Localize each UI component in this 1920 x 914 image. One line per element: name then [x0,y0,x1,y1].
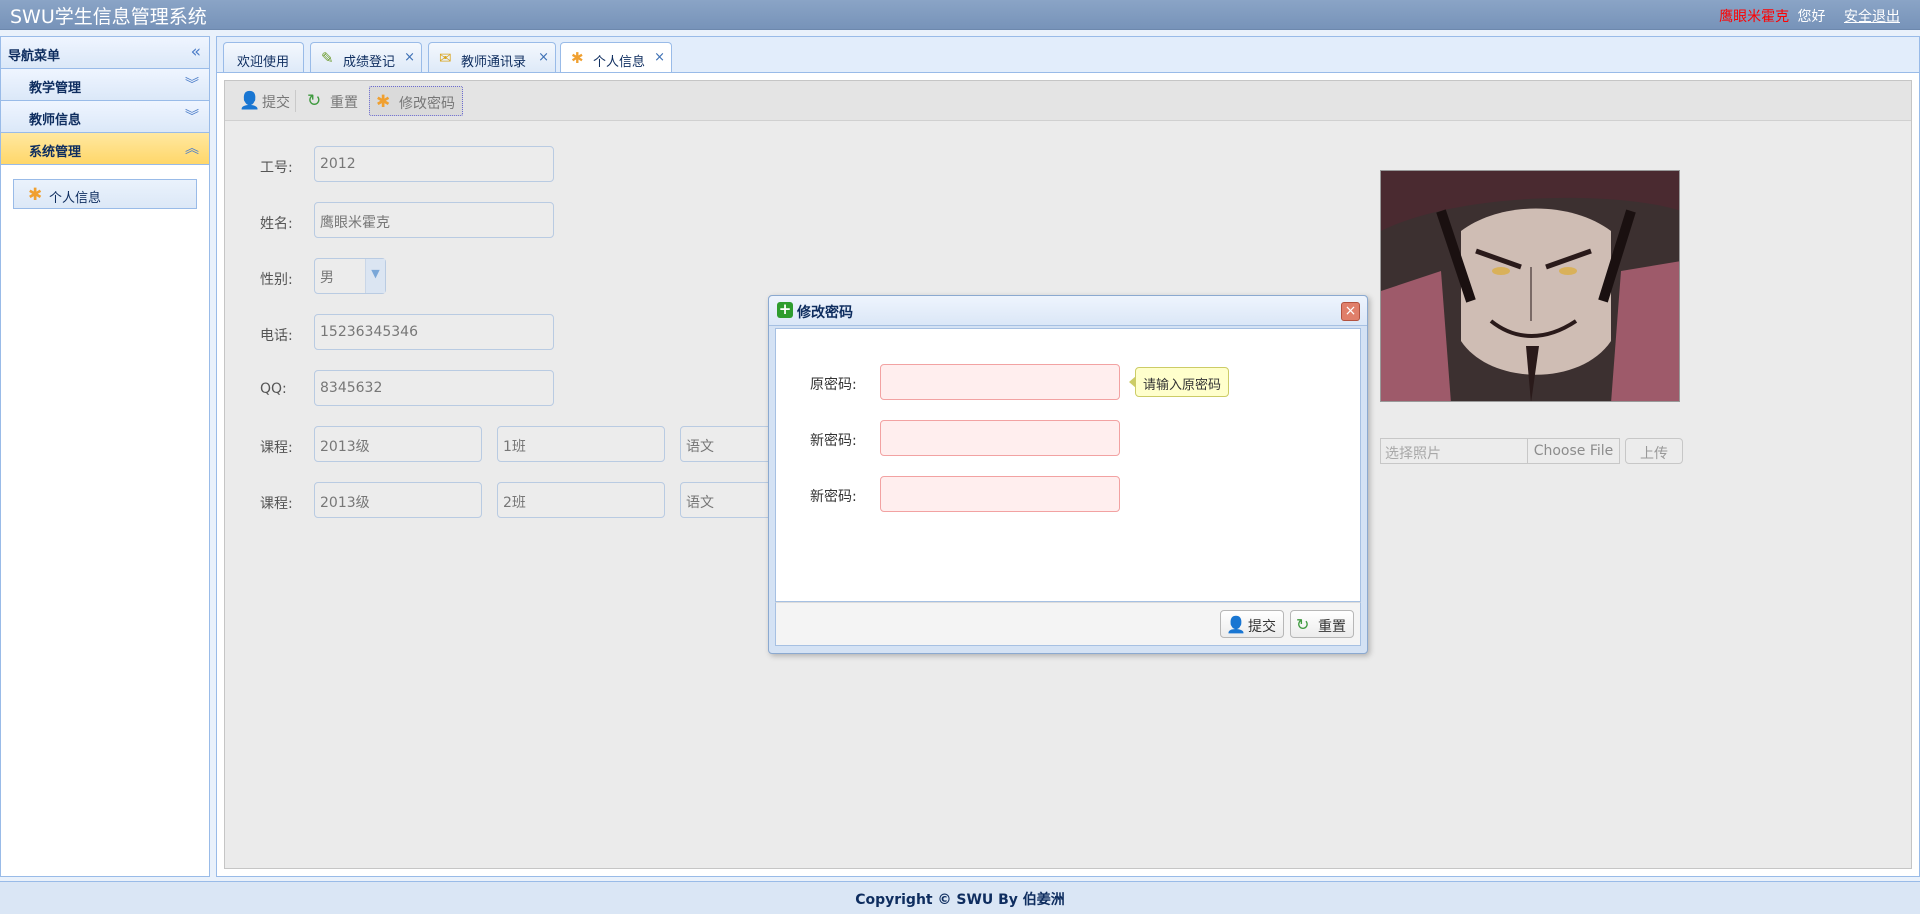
pencil-icon: ✎ [321,49,334,67]
sidebar-item-label: 个人信息 [49,191,102,206]
user-area: 鹰眼米霍克 您好 安全退出 [1719,6,1900,26]
refresh-icon: ↻ [307,91,322,111]
change-password-label: 修改密码 [399,96,455,112]
dialog-header: + 修改密码 × [769,296,1367,326]
collapse-sidebar-icon[interactable]: « [191,42,201,62]
tab-label: 成绩登记 [343,55,396,70]
user-icon: 👤 [1226,615,1246,634]
profile-photo [1380,170,1680,402]
accordion-label: 教学管理 [29,81,82,96]
accordion-teacher-info[interactable]: 教师信息 ︾ [1,101,209,133]
tab-teacher-contacts[interactable]: ✉ 教师通讯录 × [428,42,556,73]
tab-personal-info[interactable]: ✱ 个人信息 × [560,42,672,74]
close-icon[interactable]: × [1341,302,1360,321]
tab-label: 教师通讯录 [461,55,527,70]
dialog-submit-button[interactable]: 👤 提交 [1220,610,1284,638]
gear-star-icon: ✱ [571,49,584,67]
new-password-label: 新密码: [810,433,857,449]
toolbar-divider [295,90,296,112]
phone-label: 电话: [260,328,293,344]
old-password-field[interactable] [880,364,1120,400]
sidebar-item-personal-info[interactable]: ✱ 个人信息 [13,179,197,209]
qq-label: QQ: [260,381,287,397]
app-header: SWU学生信息管理系统 鹰眼米霍克 您好 安全退出 [0,0,1920,30]
phone-field[interactable]: 15236345346 [314,314,554,350]
tab-welcome[interactable]: 欢迎使用 [223,42,304,73]
dialog-body: 原密码: 请输入原密码 新密码: 新密码: [775,328,1361,602]
form-toolbar: 👤 提交 ↻ 重置 ✱ 修改密码 [225,81,1911,121]
course-class-field[interactable]: 2班 [497,482,665,518]
accordion-body: ✱ 个人信息 [1,165,209,223]
dialog-reset-label: 重置 [1318,619,1346,635]
logout-link[interactable]: 安全退出 [1844,9,1900,25]
choose-file-button[interactable]: Choose File [1527,439,1619,463]
sidebar-header: 导航菜单 « [1,37,209,69]
tab-label: 欢迎使用 [237,55,290,70]
envelope-icon: ✉ [439,49,452,67]
gear-star-icon: ✱ [376,92,391,112]
sidebar: 导航菜单 « 教学管理 ︾ 教师信息 ︾ 系统管理 ︽ ✱ 个人信息 [0,36,210,877]
profile-photo-image [1381,171,1679,401]
add-icon: + [777,300,793,318]
id-field[interactable]: 2012 [314,146,554,182]
tab-label: 个人信息 [593,55,646,70]
collapse-icon: ︽ [185,141,199,157]
confirm-password-label: 新密码: [810,489,857,505]
validation-tooltip: 请输入原密码 [1128,367,1230,397]
footer: Copyright © SWU By 伯姜洲 [0,881,1920,914]
accordion-label: 教师信息 [29,113,82,128]
submit-button[interactable]: 👤 提交 [233,86,290,116]
close-icon[interactable]: × [538,50,549,65]
user-icon: 👤 [239,91,261,111]
confirm-password-field[interactable] [880,476,1120,512]
tab-grade-entry[interactable]: ✎ 成绩登记 × [310,42,422,73]
gear-star-icon: ✱ [28,185,43,205]
qq-field[interactable]: 8345632 [314,370,554,406]
gender-select[interactable]: 男 ▼ [314,258,386,294]
change-password-button[interactable]: ✱ 修改密码 [369,86,463,116]
chevron-down-icon: ▼ [365,259,385,293]
greeting-text: 您好 [1797,9,1826,25]
reset-button[interactable]: ↻ 重置 [301,86,358,116]
course-label: 课程: [260,496,293,512]
dialog-reset-button[interactable]: ↻ 重置 [1290,610,1354,638]
name-field[interactable]: 鹰眼米霍克 [314,202,554,238]
old-password-label: 原密码: [810,377,857,393]
name-label: 姓名: [260,216,293,232]
course-grade-field[interactable]: 2013级 [314,482,482,518]
id-label: 工号: [260,160,293,176]
course-label: 课程: [260,440,293,456]
course-class-field[interactable]: 1班 [497,426,665,462]
close-icon[interactable]: × [654,50,665,65]
app-title: SWU学生信息管理系统 [10,6,207,28]
tab-bar: 欢迎使用 ✎ 成绩登记 × ✉ 教师通讯录 × ✱ 个人信息 × [216,36,1920,74]
gender-label: 性别: [260,272,293,288]
accordion-label: 系统管理 [29,145,82,160]
accordion-system[interactable]: 系统管理 ︽ [1,133,209,165]
reset-label: 重置 [330,95,358,111]
accordion-teaching[interactable]: 教学管理 ︾ [1,69,209,101]
course-grade-field[interactable]: 2013级 [314,426,482,462]
upload-button[interactable]: 上传 [1625,438,1683,464]
sidebar-title: 导航菜单 [8,49,61,64]
new-password-field[interactable] [880,420,1120,456]
dialog-footer: 👤 提交 ↻ 重置 [775,602,1361,646]
close-icon[interactable]: × [404,50,415,65]
change-password-dialog: + 修改密码 × 原密码: 请输入原密码 新密码: 新密码: 👤 提交 ↻ 重置 [768,295,1368,654]
refresh-icon: ↻ [1296,615,1310,634]
expand-icon: ︾ [185,77,199,93]
submit-label: 提交 [262,95,290,111]
user-name: 鹰眼米霍克 [1719,9,1790,25]
dialog-submit-label: 提交 [1248,619,1276,635]
dialog-title: 修改密码 [797,305,853,321]
copyright-text: Copyright © SWU By 伯姜洲 [855,892,1065,908]
photo-file-input[interactable]: 选择照片 Choose File [1380,438,1620,464]
expand-icon: ︾ [185,109,199,125]
photo-file-path: 选择照片 [1385,446,1441,462]
gender-value: 男 [320,270,334,286]
